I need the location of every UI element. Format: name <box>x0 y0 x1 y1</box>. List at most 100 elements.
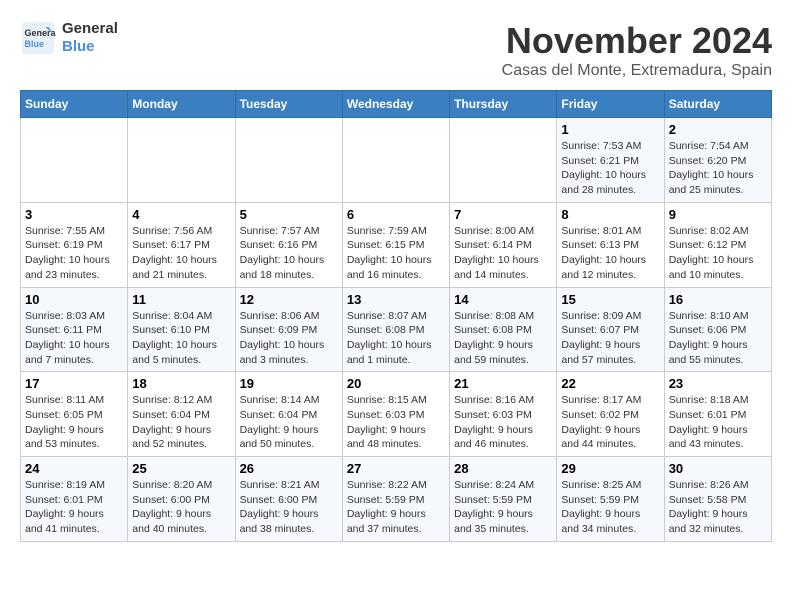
column-header-sunday: Sunday <box>21 91 128 118</box>
day-info: Sunrise: 8:02 AM Sunset: 6:12 PM Dayligh… <box>669 224 767 283</box>
day-number: 17 <box>25 376 123 391</box>
calendar-cell: 15Sunrise: 8:09 AM Sunset: 6:07 PM Dayli… <box>557 287 664 372</box>
day-number: 19 <box>240 376 338 391</box>
day-number: 14 <box>454 292 552 307</box>
calendar-cell: 12 Sunrise: 8:06 AM Sunset: 6:09 PM Dayli… <box>235 287 342 372</box>
calendar-cell: 20 Sunrise: 8:15 AM Sunset: 6:03 PM Dayli… <box>342 372 449 457</box>
calendar-cell: 5 Sunrise: 7:57 AM Sunset: 6:16 PM Daylig… <box>235 202 342 287</box>
day-info: Sunrise: 8:22 AM Sunset: 5:59 PM Dayligh… <box>347 478 445 537</box>
day-info: Sunrise: 8:04 AM Sunset: 6:10 PM Dayligh… <box>132 309 230 368</box>
calendar-week-row: 10 Sunrise: 8:03 AM Sunset: 6:11 PM Dayli… <box>21 287 772 372</box>
day-info: Sunrise: 8:06 AM Sunset: 6:09 PM Dayligh… <box>240 309 338 368</box>
day-info: Sunrise: 8:20 AM Sunset: 6:00 PM Dayligh… <box>132 478 230 537</box>
calendar-cell: 3 Sunrise: 7:55 AM Sunset: 6:19 PM Daylig… <box>21 202 128 287</box>
day-info: Sunrise: 8:12 AM Sunset: 6:04 PM Dayligh… <box>132 393 230 452</box>
day-number: 3 <box>25 207 123 222</box>
day-number: 23 <box>669 376 767 391</box>
day-number: 12 <box>240 292 338 307</box>
calendar-cell: 1 Sunrise: 7:53 AM Sunset: 6:21 PM Daylig… <box>557 118 664 203</box>
calendar-title-block: November 2024 Casas del Monte, Extremadu… <box>502 20 772 80</box>
day-number: 1 <box>561 122 659 137</box>
location-title: Casas del Monte, Extremadura, Spain <box>502 62 772 80</box>
calendar-table: SundayMondayTuesdayWednesdayThursdayFrid… <box>20 90 772 542</box>
calendar-cell: 17 Sunrise: 8:11 AM Sunset: 6:05 PM Dayli… <box>21 372 128 457</box>
logo: General Blue GeneralBlue <box>20 20 118 56</box>
day-number: 13 <box>347 292 445 307</box>
day-info: Sunrise: 8:26 AM Sunset: 5:58 PM Dayligh… <box>669 478 767 537</box>
calendar-cell: 29Sunrise: 8:25 AM Sunset: 5:59 PM Dayli… <box>557 457 664 542</box>
calendar-cell <box>235 118 342 203</box>
day-info: Sunrise: 7:56 AM Sunset: 6:17 PM Dayligh… <box>132 224 230 283</box>
day-number: 26 <box>240 461 338 476</box>
calendar-cell <box>21 118 128 203</box>
day-number: 29 <box>561 461 659 476</box>
day-info: Sunrise: 8:19 AM Sunset: 6:01 PM Dayligh… <box>25 478 123 537</box>
logo-text: GeneralBlue <box>62 20 118 56</box>
day-info: Sunrise: 7:53 AM Sunset: 6:21 PM Dayligh… <box>561 139 659 198</box>
day-number: 24 <box>25 461 123 476</box>
day-info: Sunrise: 8:00 AM Sunset: 6:14 PM Dayligh… <box>454 224 552 283</box>
calendar-cell: 2 Sunrise: 7:54 AM Sunset: 6:20 PM Daylig… <box>664 118 771 203</box>
calendar-cell: 8Sunrise: 8:01 AM Sunset: 6:13 PM Daylig… <box>557 202 664 287</box>
day-number: 27 <box>347 461 445 476</box>
day-number: 5 <box>240 207 338 222</box>
day-info: Sunrise: 8:07 AM Sunset: 6:08 PM Dayligh… <box>347 309 445 368</box>
column-header-tuesday: Tuesday <box>235 91 342 118</box>
column-header-friday: Friday <box>557 91 664 118</box>
day-number: 30 <box>669 461 767 476</box>
calendar-header-row: SundayMondayTuesdayWednesdayThursdayFrid… <box>21 91 772 118</box>
day-number: 10 <box>25 292 123 307</box>
day-number: 7 <box>454 207 552 222</box>
day-number: 28 <box>454 461 552 476</box>
day-number: 15 <box>561 292 659 307</box>
day-info: Sunrise: 7:54 AM Sunset: 6:20 PM Dayligh… <box>669 139 767 198</box>
calendar-cell: 26Sunrise: 8:21 AM Sunset: 6:00 PM Dayli… <box>235 457 342 542</box>
calendar-cell <box>342 118 449 203</box>
calendar-cell: 28 Sunrise: 8:24 AM Sunset: 5:59 PM Dayli… <box>450 457 557 542</box>
calendar-cell: 4Sunrise: 7:56 AM Sunset: 6:17 PM Daylig… <box>128 202 235 287</box>
calendar-cell: 24 Sunrise: 8:19 AM Sunset: 6:01 PM Dayli… <box>21 457 128 542</box>
calendar-cell: 16 Sunrise: 8:10 AM Sunset: 6:06 PM Dayli… <box>664 287 771 372</box>
calendar-cell: 27 Sunrise: 8:22 AM Sunset: 5:59 PM Dayli… <box>342 457 449 542</box>
day-info: Sunrise: 7:55 AM Sunset: 6:19 PM Dayligh… <box>25 224 123 283</box>
column-header-thursday: Thursday <box>450 91 557 118</box>
calendar-cell <box>450 118 557 203</box>
calendar-cell: 23 Sunrise: 8:18 AM Sunset: 6:01 PM Dayli… <box>664 372 771 457</box>
calendar-week-row: 3 Sunrise: 7:55 AM Sunset: 6:19 PM Daylig… <box>21 202 772 287</box>
day-info: Sunrise: 7:59 AM Sunset: 6:15 PM Dayligh… <box>347 224 445 283</box>
day-info: Sunrise: 8:03 AM Sunset: 6:11 PM Dayligh… <box>25 309 123 368</box>
day-number: 9 <box>669 207 767 222</box>
calendar-cell: 30 Sunrise: 8:26 AM Sunset: 5:58 PM Dayli… <box>664 457 771 542</box>
day-number: 2 <box>669 122 767 137</box>
month-title: November 2024 <box>502 20 772 62</box>
calendar-cell: 13 Sunrise: 8:07 AM Sunset: 6:08 PM Dayli… <box>342 287 449 372</box>
day-number: 25 <box>132 461 230 476</box>
day-info: Sunrise: 8:15 AM Sunset: 6:03 PM Dayligh… <box>347 393 445 452</box>
day-number: 18 <box>132 376 230 391</box>
calendar-cell: 14Sunrise: 8:08 AM Sunset: 6:08 PM Dayli… <box>450 287 557 372</box>
svg-text:General: General <box>25 28 57 38</box>
column-header-wednesday: Wednesday <box>342 91 449 118</box>
day-number: 16 <box>669 292 767 307</box>
day-info: Sunrise: 8:11 AM Sunset: 6:05 PM Dayligh… <box>25 393 123 452</box>
day-info: Sunrise: 8:18 AM Sunset: 6:01 PM Dayligh… <box>669 393 767 452</box>
day-number: 21 <box>454 376 552 391</box>
day-info: Sunrise: 8:01 AM Sunset: 6:13 PM Dayligh… <box>561 224 659 283</box>
day-number: 20 <box>347 376 445 391</box>
calendar-cell <box>128 118 235 203</box>
calendar-cell: 10 Sunrise: 8:03 AM Sunset: 6:11 PM Dayli… <box>21 287 128 372</box>
day-info: Sunrise: 8:24 AM Sunset: 5:59 PM Dayligh… <box>454 478 552 537</box>
calendar-cell: 7 Sunrise: 8:00 AM Sunset: 6:14 PM Daylig… <box>450 202 557 287</box>
calendar-cell: 9 Sunrise: 8:02 AM Sunset: 6:12 PM Daylig… <box>664 202 771 287</box>
calendar-week-row: 17 Sunrise: 8:11 AM Sunset: 6:05 PM Dayli… <box>21 372 772 457</box>
day-number: 11 <box>132 292 230 307</box>
day-info: Sunrise: 7:57 AM Sunset: 6:16 PM Dayligh… <box>240 224 338 283</box>
logo-icon: General Blue <box>20 20 56 56</box>
calendar-week-row: 1 Sunrise: 7:53 AM Sunset: 6:21 PM Daylig… <box>21 118 772 203</box>
day-info: Sunrise: 8:10 AM Sunset: 6:06 PM Dayligh… <box>669 309 767 368</box>
calendar-cell: 22Sunrise: 8:17 AM Sunset: 6:02 PM Dayli… <box>557 372 664 457</box>
day-info: Sunrise: 8:17 AM Sunset: 6:02 PM Dayligh… <box>561 393 659 452</box>
day-info: Sunrise: 8:14 AM Sunset: 6:04 PM Dayligh… <box>240 393 338 452</box>
calendar-cell: 19 Sunrise: 8:14 AM Sunset: 6:04 PM Dayli… <box>235 372 342 457</box>
day-info: Sunrise: 8:16 AM Sunset: 6:03 PM Dayligh… <box>454 393 552 452</box>
